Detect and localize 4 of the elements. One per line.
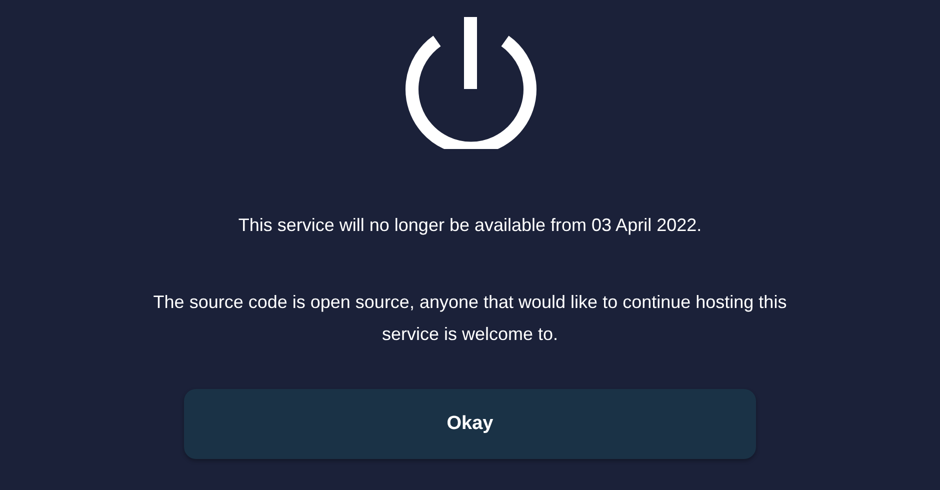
notice-detail: The source code is open source, anyone that would like to continue hosting this service is welcome to. — [152, 291, 788, 346]
notice-message: This service will no longer be available from 03 April 2022. — [238, 214, 702, 237]
power-icon — [404, 17, 538, 149]
okay-button[interactable]: Okay — [184, 389, 756, 459]
